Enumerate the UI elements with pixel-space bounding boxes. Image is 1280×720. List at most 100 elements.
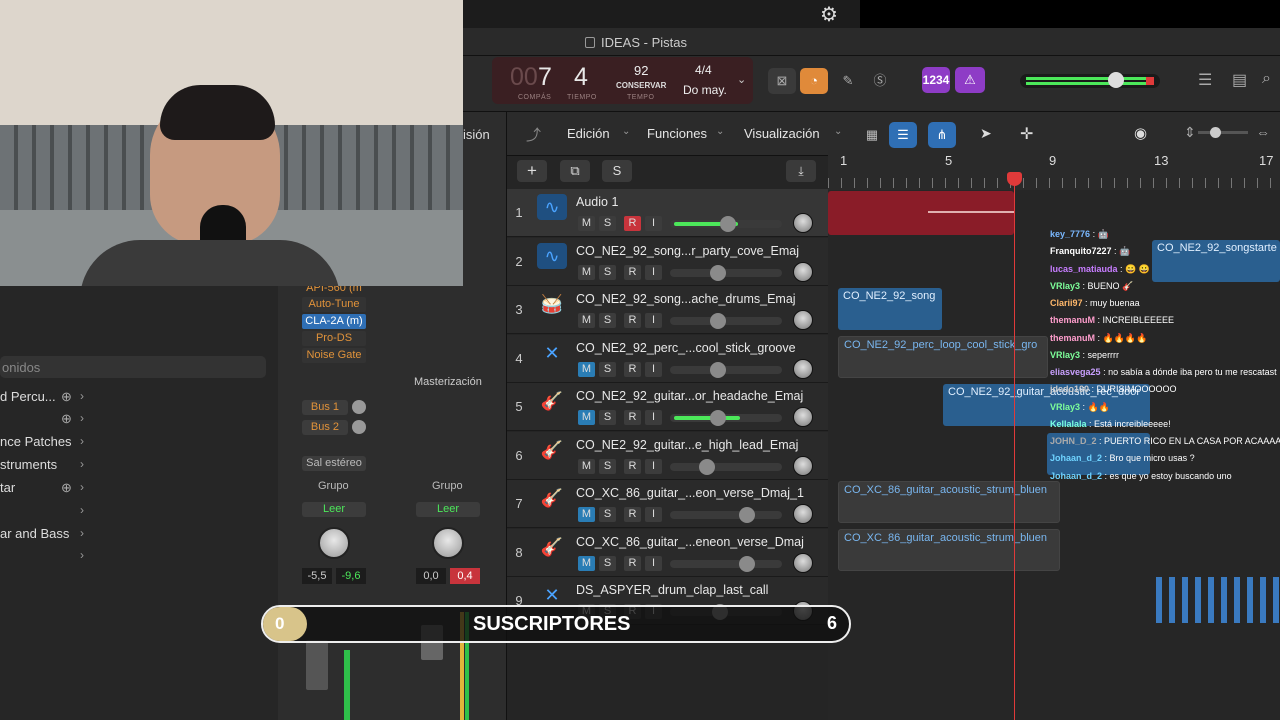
track-name[interactable]: CO_NE2_92_guitar...e_high_lead_Emaj (576, 438, 798, 452)
track-name[interactable]: CO_NE2_92_song...ache_drums_Emaj (576, 292, 796, 306)
track-name[interactable]: CO_XC_86_guitar_...eneon_verse_Dmaj (576, 535, 804, 549)
pan-knob[interactable] (793, 261, 813, 282)
output-slot[interactable]: Sal estéreo (302, 456, 366, 471)
gear-icon[interactable]: ⚙ (820, 2, 838, 27)
track-header[interactable]: 5 🎸 CO_NE2_92_guitar...or_headache_Emaj M S R… (507, 383, 828, 431)
record-enable-button[interactable]: R (624, 313, 641, 328)
midi-region[interactable] (1156, 577, 1280, 623)
download-icon[interactable]: ⊕ (61, 389, 72, 405)
search-input[interactable]: onidos (0, 356, 266, 378)
mute-button[interactable]: M (578, 555, 595, 571)
plugin-slot[interactable]: Pro-DS (302, 331, 366, 346)
input-monitor-button[interactable]: I (645, 507, 662, 522)
pan-knob[interactable] (432, 527, 464, 559)
record-enable-button[interactable]: R (624, 507, 641, 522)
lcd-key[interactable]: Do may. (683, 83, 727, 97)
mute-button[interactable]: M (578, 264, 595, 280)
list-icon[interactable]: ☰ (1198, 70, 1212, 90)
plugin-slot[interactable]: CLA-2A (m) (302, 314, 366, 329)
input-monitor-button[interactable]: I (645, 458, 662, 474)
track-volume-fader[interactable] (670, 410, 782, 426)
track-volume-fader[interactable] (670, 313, 782, 329)
audio-region[interactable]: CO_XC_86_guitar_acoustic_strum_bluen (838, 529, 1060, 571)
pan-knob[interactable] (793, 552, 813, 573)
group-label[interactable]: Grupo (318, 480, 349, 492)
mute-button[interactable]: M (578, 507, 595, 522)
track-header[interactable]: 8 🎸 CO_XC_86_guitar_...eneon_verse_Dmaj M S R… (507, 528, 828, 577)
record-enable-button[interactable]: R (624, 458, 641, 474)
chevron-down-icon[interactable]: ⌄ (737, 73, 746, 86)
automation-mode[interactable]: Leer (416, 502, 480, 517)
plugin-slot[interactable]: Auto-Tune (302, 297, 366, 312)
send-knob[interactable] (352, 420, 366, 434)
pan-knob[interactable] (793, 407, 813, 427)
pan-knob[interactable] (793, 358, 813, 379)
solo-mode-icon[interactable]: Ⓢ (866, 68, 894, 94)
horizontal-zoom-icon[interactable]: ⇔ (1256, 124, 1270, 140)
download-icon[interactable]: ⊕ (61, 411, 72, 427)
record-enable-button[interactable]: R (624, 410, 641, 425)
plugin-slot[interactable]: Noise Gate (302, 348, 366, 363)
global-solo-button[interactable]: S (602, 160, 632, 182)
recording-region[interactable] (828, 191, 1014, 235)
count-in-button[interactable]: 1234 (922, 67, 950, 93)
crosshair-tool-icon[interactable]: ✛ (1020, 124, 1033, 144)
volume-value[interactable]: -5,5 (302, 568, 332, 584)
track-volume-fader[interactable] (670, 555, 782, 572)
track-header[interactable]: 1 ∿ Audio 1 MSRI (507, 189, 828, 237)
master-volume-slider[interactable] (1020, 72, 1160, 88)
cycle-icon[interactable]: ⊠ (768, 68, 796, 94)
input-monitor-button[interactable]: I (645, 264, 662, 280)
zoom-slider[interactable] (1198, 127, 1248, 138)
chevron-right-icon[interactable]: › (80, 411, 84, 425)
lcd-tempo[interactable]: 92 (634, 63, 648, 78)
group-label[interactable]: Grupo (432, 480, 463, 492)
send-knob[interactable] (352, 400, 366, 414)
chevron-right-icon[interactable]: › (80, 548, 84, 562)
audio-region[interactable]: CO_NE2_92_perc_loop_cool_stick_gro (838, 336, 1048, 378)
solo-button[interactable]: S (599, 216, 616, 231)
snap-icon[interactable]: ⋔ (928, 122, 956, 148)
download-icon[interactable]: ⊕ (61, 480, 72, 496)
bus-send[interactable]: Bus 1 (302, 400, 348, 415)
mute-button[interactable]: M (578, 361, 595, 377)
track-name[interactable]: CO_NE2_92_guitar...or_headache_Emaj (576, 389, 803, 403)
volume-fader[interactable] (306, 640, 328, 690)
track-header[interactable]: 6 🎸 CO_NE2_92_guitar...e_high_lead_Emaj M S R… (507, 431, 828, 480)
chevron-right-icon[interactable]: › (80, 480, 84, 494)
solo-button[interactable]: S (599, 555, 616, 571)
playhead[interactable] (1014, 180, 1015, 720)
solo-button[interactable]: S (599, 313, 616, 328)
track-header[interactable]: 7 🎸 CO_XC_86_guitar_...eon_verse_Dmaj_1 M S R… (507, 480, 828, 528)
automation-icon[interactable]: ◉ (1134, 124, 1147, 142)
duplicate-track-icon[interactable]: ⧉ (560, 160, 590, 182)
add-track-button[interactable]: + (517, 160, 547, 182)
pan-knob[interactable] (793, 310, 813, 330)
audio-region[interactable]: CO_XC_86_guitar_acoustic_strum_bluen (838, 481, 1060, 523)
track-name[interactable]: Audio 1 (576, 195, 618, 209)
solo-button[interactable]: S (599, 410, 616, 425)
vertical-zoom-icon[interactable]: ⇕ (1184, 124, 1196, 141)
track-header[interactable]: 4 ✕ CO_NE2_92_perc_...cool_stick_groove M S R… (507, 334, 828, 383)
chevron-right-icon[interactable]: › (80, 457, 84, 471)
input-monitor-button[interactable]: I (645, 410, 662, 425)
track-header[interactable]: 2 ∿ CO_NE2_92_song...r_party_cove_Emaj M S R I (507, 237, 828, 286)
menu-edit[interactable]: Edición (567, 126, 610, 141)
back-arrow-icon[interactable]: ⤴ (526, 124, 541, 145)
record-enable-button[interactable]: R (624, 555, 641, 571)
record-enable-button[interactable]: R (624, 264, 641, 280)
chevron-right-icon[interactable]: › (80, 503, 84, 517)
track-volume-fader[interactable] (670, 507, 782, 523)
track-volume-fader[interactable] (670, 458, 782, 475)
track-name[interactable]: CO_NE2_92_song...r_party_cove_Emaj (576, 244, 799, 258)
lcd-signature[interactable]: 4/4 (695, 63, 712, 77)
metronome-icon[interactable]: ⚠ (955, 67, 985, 93)
mute-button[interactable]: M (578, 313, 595, 328)
track-name[interactable]: DS_ASPYER_drum_clap_last_call (576, 583, 768, 597)
input-monitor-button[interactable]: I (645, 313, 662, 328)
audio-region[interactable]: CO_NE2_92_songstarte (1152, 240, 1280, 282)
mute-button[interactable]: M (578, 458, 595, 474)
track-header[interactable]: 3 🥁 CO_NE2_92_song...ache_drums_Emaj M S R I (507, 286, 828, 334)
download-tray-icon[interactable]: ⤓ (786, 160, 816, 182)
pan-knob[interactable] (793, 504, 813, 524)
